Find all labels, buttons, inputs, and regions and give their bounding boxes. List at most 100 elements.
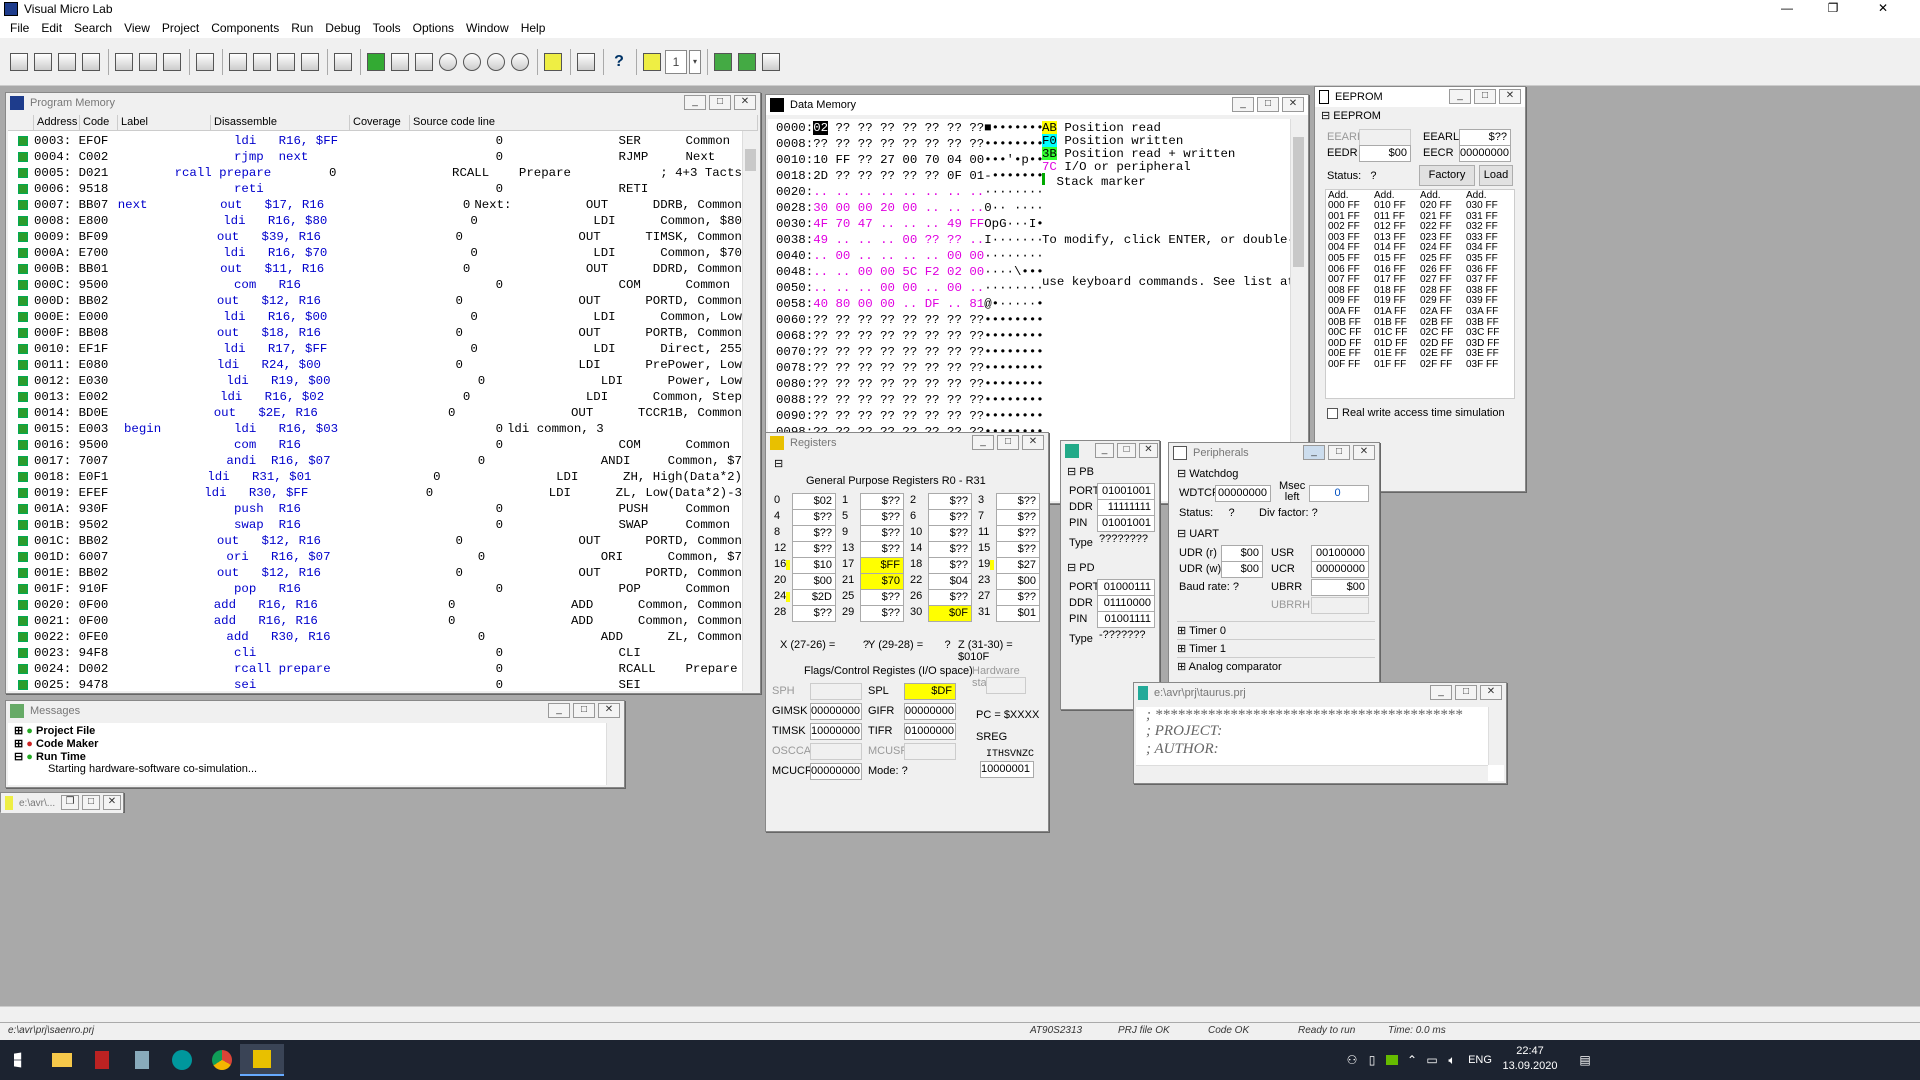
eeprom-cell[interactable]: 015 FF bbox=[1374, 253, 1407, 265]
minimize-icon[interactable]: _ bbox=[548, 703, 570, 718]
gp-register-value[interactable]: $?? bbox=[860, 525, 904, 542]
peripherals-titlebar[interactable]: Peripherals _ □ ✕ bbox=[1169, 443, 1379, 463]
eeprom-cell[interactable]: 01A FF bbox=[1374, 306, 1407, 318]
menu-options[interactable]: Options bbox=[407, 21, 460, 35]
table-row[interactable]: 0023: 94F8 cli 0 CLI bbox=[8, 645, 742, 661]
gp-register-value[interactable]: $00 bbox=[792, 573, 836, 590]
breakpoint-marker[interactable] bbox=[18, 536, 28, 546]
gp-register-value[interactable]: $?? bbox=[928, 525, 972, 542]
table-row[interactable]: 0006: 9518 reti 0 RETI bbox=[8, 181, 742, 197]
memory-row[interactable]: 0050: .. .. .. 00 00 .. 00 .. ········ bbox=[776, 281, 1044, 297]
breakpoint-marker[interactable] bbox=[18, 248, 28, 258]
hw-stack-field[interactable] bbox=[986, 677, 1026, 694]
animate-icon[interactable] bbox=[389, 50, 411, 74]
table-row[interactable]: 000B: BB01 out $11, R16 0 OUT DDRD, Comm… bbox=[8, 261, 742, 277]
gp-register-value[interactable]: $?? bbox=[860, 509, 904, 526]
eecr-field[interactable]: 00000000 bbox=[1459, 145, 1511, 162]
memory-row[interactable]: 0090: ?? ?? ?? ?? ?? ?? ?? ?? •••••••• bbox=[776, 409, 1044, 425]
table-row[interactable]: 0020: 0F00 add R16, R16 0 ADD Common, Co… bbox=[8, 597, 742, 613]
menu-edit[interactable]: Edit bbox=[35, 21, 68, 35]
gp-register-value[interactable]: $?? bbox=[928, 493, 972, 510]
tray-nvidia-icon[interactable] bbox=[1382, 1044, 1402, 1076]
maximize-icon[interactable]: □ bbox=[1257, 97, 1279, 112]
file-explorer-icon[interactable] bbox=[40, 1044, 84, 1076]
new-file-icon[interactable] bbox=[8, 50, 30, 74]
step-count-select[interactable]: 1 bbox=[665, 49, 687, 74]
breakpoint-marker[interactable] bbox=[18, 424, 28, 434]
minimize-button[interactable]: — bbox=[1764, 0, 1810, 18]
close-icon[interactable]: ✕ bbox=[1022, 435, 1044, 450]
col-address[interactable]: Address bbox=[34, 115, 80, 130]
memory-hex[interactable]: ?? ?? ?? ?? ?? ?? ?? ?? bbox=[813, 137, 984, 153]
restart-icon[interactable] bbox=[509, 50, 531, 74]
gp-register-value[interactable]: $?? bbox=[928, 541, 972, 558]
gp-register-value[interactable]: $?? bbox=[860, 541, 904, 558]
breakpoint-marker[interactable] bbox=[18, 184, 28, 194]
eeprom-titlebar[interactable]: EEPROM _ □ ✕ bbox=[1315, 87, 1525, 107]
minimize-icon[interactable]: _ bbox=[1430, 685, 1452, 700]
eeprom-grid[interactable]: Add. 000 FF 001 FF 002 FF 003 FF 004 FF 005 FF… bbox=[1325, 189, 1515, 399]
osccal-field[interactable] bbox=[810, 743, 862, 760]
menu-debug[interactable]: Debug bbox=[319, 21, 366, 35]
memory-row[interactable]: 0030: 4F 70 47 .. .. .. 49 FF OpG···I• bbox=[776, 217, 1044, 233]
sph-field[interactable] bbox=[810, 683, 862, 700]
gp-register-value[interactable]: $?? bbox=[996, 509, 1040, 526]
ubrr-field[interactable]: $00 bbox=[1311, 579, 1369, 596]
timer0-group[interactable]: ⊞ Timer 0 bbox=[1177, 621, 1375, 637]
table-row[interactable]: 000F: BB08 out $18, R16 0 OUT PORTB, Com… bbox=[8, 325, 742, 341]
reset-all-icon[interactable] bbox=[485, 50, 507, 74]
gp-register-value[interactable]: $?? bbox=[792, 541, 836, 558]
reset-icon[interactable] bbox=[461, 50, 483, 74]
workspace-hscroll[interactable] bbox=[0, 1006, 1920, 1022]
run-icon[interactable] bbox=[365, 50, 387, 74]
memory-row[interactable]: 0058: 40 80 00 00 .. DF .. 81 @•·····• bbox=[776, 297, 1044, 313]
gp-register-value[interactable]: $?? bbox=[860, 605, 904, 622]
maximize-icon[interactable]: □ bbox=[709, 95, 731, 110]
memory-hex[interactable]: 2D ?? ?? ?? ?? ?? 0F 01 bbox=[813, 169, 984, 185]
print-icon[interactable] bbox=[575, 50, 597, 74]
analog-comparator-group[interactable]: ⊞ Analog comparator bbox=[1177, 657, 1375, 673]
timsk-field[interactable]: 10000000 bbox=[810, 723, 862, 740]
gp-register-value[interactable]: $?? bbox=[860, 493, 904, 510]
pb-port-field[interactable]: 01001001 bbox=[1097, 483, 1155, 500]
gp-register-value[interactable]: $?? bbox=[996, 525, 1040, 542]
eeprom-cell[interactable]: 030 FF bbox=[1466, 200, 1499, 212]
table-row[interactable]: 000A: E700 ldi R16, $70 0 LDI Common, $7… bbox=[8, 245, 742, 261]
table-row[interactable]: 000D: BB02 out $12, R16 0 OUT PORTD, Com… bbox=[8, 293, 742, 309]
eeprom-cell[interactable]: 025 FF bbox=[1420, 253, 1453, 265]
gp-register-value[interactable]: $02 bbox=[792, 493, 836, 510]
tray-people-icon[interactable]: ⚇ bbox=[1340, 1044, 1364, 1076]
eeprom-cell[interactable]: 005 FF bbox=[1328, 253, 1361, 265]
step-over-icon[interactable] bbox=[227, 50, 249, 74]
col-disassemble[interactable]: Disassemble bbox=[211, 115, 350, 130]
close-icon[interactable]: ✕ bbox=[598, 703, 620, 718]
pb-ddr-field[interactable]: 11111111 bbox=[1097, 499, 1155, 516]
breakpoint-marker[interactable] bbox=[18, 472, 28, 482]
gp-register-value[interactable]: $27 bbox=[996, 557, 1040, 574]
wdtcr-field[interactable]: 00000000 bbox=[1215, 485, 1271, 502]
memory-hex[interactable]: ?? ?? ?? ?? ?? ?? ?? ?? bbox=[813, 377, 984, 393]
table-row[interactable]: 0018: E0F1 ldi R31, $01 0 LDI ZH, High(D… bbox=[8, 469, 742, 485]
hand-icon[interactable] bbox=[641, 50, 663, 74]
chrome-icon[interactable] bbox=[200, 1044, 244, 1076]
eeprom-cell[interactable]: 000 FF bbox=[1328, 200, 1361, 212]
ucr-field[interactable]: 00000000 bbox=[1311, 561, 1369, 578]
step-out-icon[interactable] bbox=[275, 50, 297, 74]
registers-collapse[interactable]: ⊟ bbox=[774, 457, 783, 470]
memory-row[interactable]: 0000: 02 ?? ?? ?? ?? ?? ?? ?? ■••••••• bbox=[776, 121, 1044, 137]
memory-hex[interactable]: 4F 70 47 .. .. .. 49 FF bbox=[813, 217, 984, 233]
maximize-icon[interactable]: □ bbox=[1474, 89, 1496, 104]
editor-text-area[interactable]: ; **************************************… bbox=[1136, 707, 1504, 781]
close-icon[interactable]: ✕ bbox=[1282, 97, 1304, 112]
table-row[interactable]: 0024: D002 rcall prepare 0 RCALL Prepare bbox=[8, 661, 742, 677]
tray-network-icon[interactable]: ▭ bbox=[1422, 1044, 1442, 1076]
table-row[interactable]: 0019: EFEF ldi R30, $FF 0 LDI ZL, Low(Da… bbox=[8, 485, 742, 501]
table-row[interactable]: 001C: BB02 out $12, R16 0 OUT PORTD, Com… bbox=[8, 533, 742, 549]
maximize-icon[interactable]: □ bbox=[1117, 443, 1136, 458]
breakpoint-marker[interactable] bbox=[18, 600, 28, 610]
table-row[interactable]: 000C: 9500 com R16 0 COM Common bbox=[8, 277, 742, 293]
table-row[interactable]: 0005: D021 rcall prepare 0 RCALL Prepare… bbox=[8, 165, 742, 181]
run-to-icon[interactable] bbox=[299, 50, 321, 74]
chip-icon[interactable] bbox=[736, 50, 758, 74]
eearl-field[interactable]: $?? bbox=[1459, 129, 1511, 146]
